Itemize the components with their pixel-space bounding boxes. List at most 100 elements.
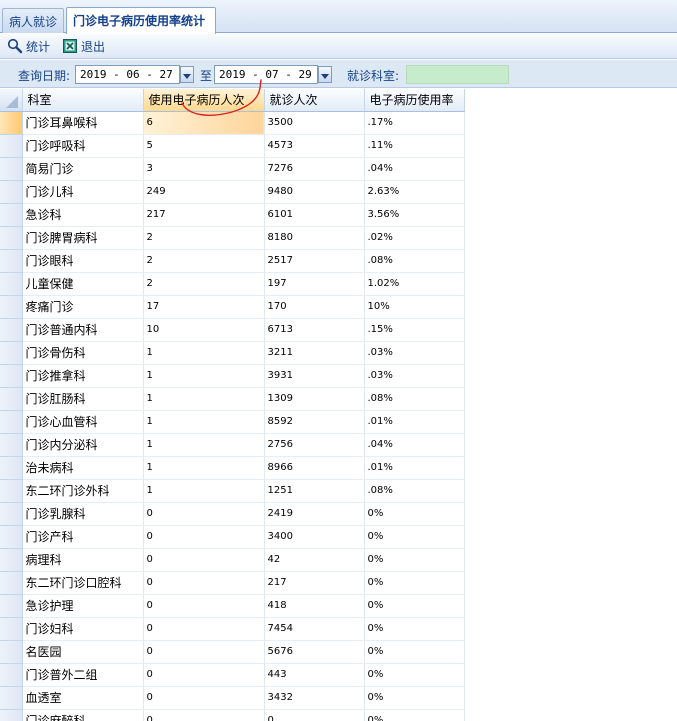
cell-visits[interactable]: 5676 — [264, 640, 365, 664]
row-indicator[interactable] — [0, 272, 23, 296]
cell-dept[interactable]: 东二环门诊口腔科 — [22, 571, 144, 595]
cell-visits[interactable]: 3432 — [264, 686, 365, 710]
cell-dept[interactable]: 东二环门诊外科 — [22, 479, 144, 503]
cell-usage-rate[interactable]: 10% — [364, 295, 465, 319]
cell-emr-count[interactable]: 0 — [143, 663, 265, 687]
cell-emr-count[interactable]: 1 — [143, 341, 265, 365]
cell-emr-count[interactable]: 2 — [143, 272, 265, 296]
cell-usage-rate[interactable]: .17% — [364, 111, 465, 135]
table-row[interactable]: 门诊眼科 2 2517.08% — [0, 249, 465, 273]
cell-dept[interactable]: 门诊儿科 — [22, 180, 144, 204]
row-indicator[interactable] — [0, 571, 23, 595]
cell-usage-rate[interactable]: 0% — [364, 617, 465, 641]
cell-dept[interactable]: 急诊护理 — [22, 594, 144, 618]
cell-usage-rate[interactable]: 0% — [364, 640, 465, 664]
cell-visits[interactable]: 1251 — [264, 479, 365, 503]
table-row[interactable]: 儿童保健 2 197 1.02% — [0, 272, 465, 296]
cell-emr-count[interactable]: 0 — [143, 686, 265, 710]
row-indicator[interactable] — [0, 295, 23, 319]
cell-emr-count[interactable]: 1 — [143, 410, 265, 434]
cell-emr-count[interactable]: 217 — [143, 203, 265, 227]
table-row[interactable]: 门诊心血管科 1 8592.01% — [0, 410, 465, 434]
table-row[interactable]: 门诊妇科 0 7454 0% — [0, 617, 465, 641]
table-row[interactable]: 门诊肛肠科 1 1309.08% — [0, 387, 465, 411]
exit-button[interactable]: 退出 — [62, 37, 105, 55]
cell-dept[interactable]: 门诊耳鼻喉科 — [22, 111, 144, 135]
cell-visits[interactable]: 3400 — [264, 525, 365, 549]
cell-usage-rate[interactable]: 0% — [364, 594, 465, 618]
row-indicator[interactable] — [0, 663, 23, 687]
col-header-dept[interactable]: 科室 — [22, 89, 144, 112]
cell-emr-count[interactable]: 0 — [143, 617, 265, 641]
cell-usage-rate[interactable]: .03% — [364, 364, 465, 388]
cell-usage-rate[interactable]: .15% — [364, 318, 465, 342]
cell-dept[interactable]: 疼痛门诊 — [22, 295, 144, 319]
cell-visits[interactable]: 8966 — [264, 456, 365, 480]
cell-dept[interactable]: 门诊妇科 — [22, 617, 144, 641]
cell-usage-rate[interactable]: 0% — [364, 709, 465, 721]
cell-emr-count[interactable]: 0 — [143, 640, 265, 664]
cell-visits[interactable]: 3211 — [264, 341, 365, 365]
cell-dept[interactable]: 门诊乳腺科 — [22, 502, 144, 526]
table-row[interactable]: 门诊产科 0 3400 0% — [0, 525, 465, 549]
cell-emr-count[interactable]: 0 — [143, 571, 265, 595]
row-indicator[interactable] — [0, 410, 23, 434]
cell-usage-rate[interactable]: .03% — [364, 341, 465, 365]
row-indicator[interactable] — [0, 525, 23, 549]
cell-usage-rate[interactable]: 3.56% — [364, 203, 465, 227]
cell-usage-rate[interactable]: .01% — [364, 456, 465, 480]
cell-usage-rate[interactable]: 1.02% — [364, 272, 465, 296]
cell-emr-count[interactable]: 2 — [143, 249, 265, 273]
row-indicator[interactable] — [0, 640, 23, 664]
cell-dept[interactable]: 门诊普通内科 — [22, 318, 144, 342]
cell-visits[interactable]: 2756 — [264, 433, 365, 457]
row-indicator[interactable] — [0, 249, 23, 273]
table-row[interactable]: 门诊耳鼻喉科 6 3500.17% — [0, 111, 465, 135]
cell-dept[interactable]: 门诊心血管科 — [22, 410, 144, 434]
col-header-emr-count[interactable]: 使用电子病历人次 — [143, 89, 265, 112]
row-indicator[interactable] — [0, 134, 23, 158]
cell-dept[interactable]: 门诊眼科 — [22, 249, 144, 273]
cell-usage-rate[interactable]: 0% — [364, 686, 465, 710]
cell-usage-rate[interactable]: .08% — [364, 387, 465, 411]
cell-dept[interactable]: 门诊呼吸科 — [22, 134, 144, 158]
row-indicator[interactable] — [0, 226, 23, 250]
end-date-dropdown[interactable] — [318, 66, 332, 83]
row-indicator[interactable] — [0, 111, 23, 135]
cell-emr-count[interactable]: 17 — [143, 295, 265, 319]
col-header-usage-rate[interactable]: 电子病历使用率 — [364, 89, 465, 112]
cell-visits[interactable]: 418 — [264, 594, 365, 618]
cell-visits[interactable]: 197 — [264, 272, 365, 296]
cell-visits[interactable]: 0 — [264, 709, 365, 721]
cell-visits[interactable]: 3500 — [264, 111, 365, 135]
table-row[interactable]: 东二环门诊外科 1 1251.08% — [0, 479, 465, 503]
cell-emr-count[interactable]: 2 — [143, 226, 265, 250]
cell-visits[interactable]: 6713 — [264, 318, 365, 342]
row-indicator[interactable] — [0, 364, 23, 388]
row-indicator[interactable] — [0, 617, 23, 641]
cell-emr-count[interactable]: 0 — [143, 548, 265, 572]
table-row[interactable]: 血透室 0 3432 0% — [0, 686, 465, 710]
cell-visits[interactable]: 8180 — [264, 226, 365, 250]
row-indicator[interactable] — [0, 502, 23, 526]
cell-dept[interactable]: 门诊产科 — [22, 525, 144, 549]
cell-usage-rate[interactable]: .04% — [364, 433, 465, 457]
row-indicator[interactable] — [0, 709, 23, 721]
cell-visits[interactable]: 7276 — [264, 157, 365, 181]
cell-dept[interactable]: 简易门诊 — [22, 157, 144, 181]
row-indicator[interactable] — [0, 548, 23, 572]
table-row[interactable]: 病理科 0 42 0% — [0, 548, 465, 572]
cell-dept[interactable]: 门诊肛肠科 — [22, 387, 144, 411]
cell-emr-count[interactable]: 3 — [143, 157, 265, 181]
table-row[interactable]: 门诊脾胃病科 2 8180.02% — [0, 226, 465, 250]
cell-visits[interactable]: 217 — [264, 571, 365, 595]
cell-visits[interactable]: 4573 — [264, 134, 365, 158]
cell-emr-count[interactable]: 1 — [143, 433, 265, 457]
cell-usage-rate[interactable]: 2.63% — [364, 180, 465, 204]
cell-dept[interactable]: 病理科 — [22, 548, 144, 572]
cell-dept[interactable]: 急诊科 — [22, 203, 144, 227]
table-row[interactable]: 门诊麻醉科 0 0 0% — [0, 709, 465, 721]
table-row[interactable]: 门诊骨伤科 1 3211.03% — [0, 341, 465, 365]
cell-visits[interactable]: 1309 — [264, 387, 365, 411]
table-row[interactable]: 门诊普通内科 10 6713.15% — [0, 318, 465, 342]
